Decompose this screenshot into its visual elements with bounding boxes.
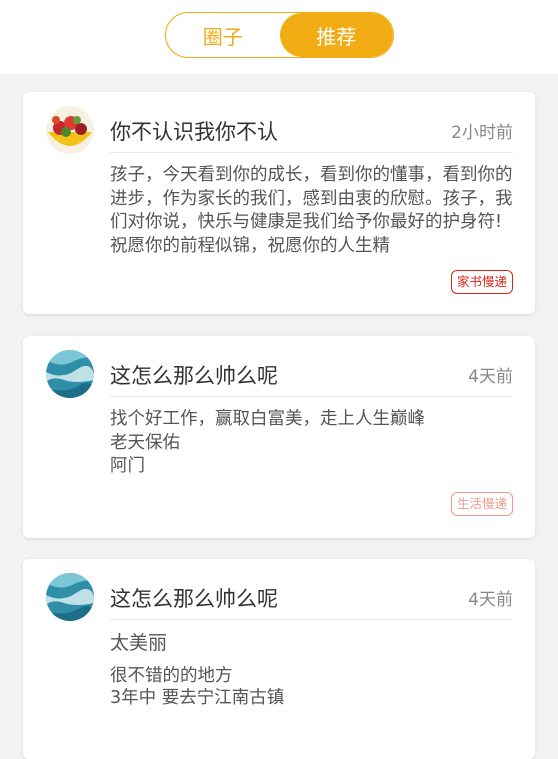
avatar[interactable] (46, 573, 94, 621)
post-text-line: 太美丽 (110, 632, 168, 654)
post-time: 4天前 (468, 590, 513, 610)
post-text-line: 老天保佑 (110, 432, 180, 453)
post-content[interactable]: 太美丽 很不错的的地方 3年中 要去宁江南古镇 (110, 631, 513, 709)
post-author[interactable]: 这怎么那么帅么呢 (110, 360, 278, 390)
post-time: 4天前 (468, 367, 513, 387)
post-card[interactable]: 这怎么那么帅么呢 4天前 找个好工作，赢取白富美，走上人生巅峰 老天保佑 阿门 … (23, 336, 535, 538)
post-text-line: 3年中 要去宁江南古镇 (110, 688, 285, 708)
ocean-wave-icon (46, 350, 94, 398)
post-text-line: 阿门 (110, 456, 145, 476)
divider (110, 152, 513, 153)
post-author[interactable]: 这怎么那么帅么呢 (110, 583, 278, 613)
post-text-line: 找个好工作，赢取白富美，走上人生巅峰 (110, 409, 425, 429)
tab-circle[interactable]: 圈子 (166, 13, 280, 57)
ocean-wave-icon (46, 573, 94, 621)
post-card[interactable]: 你不认识我你不认 2小时前 孩子，今天看到你的成长，看到你的懂事，看到你的进步，… (23, 92, 535, 314)
post-content[interactable]: 找个好工作，赢取白富美，走上人生巅峰 老天保佑 阿门 (110, 408, 513, 479)
avatar[interactable] (46, 350, 94, 398)
post-text-line: 很不错的的地方 (110, 666, 233, 686)
fruit-bowl-icon (46, 106, 94, 154)
divider (110, 619, 513, 620)
post-text: 孩子，今天看到你的成长，看到你的懂事，看到你的进步，作为家长的我们，感到由衷的欣… (110, 165, 513, 256)
post-card[interactable]: 这怎么那么帅么呢 4天前 太美丽 很不错的的地方 3年中 要去宁江南古镇 (23, 559, 535, 759)
divider (110, 396, 513, 397)
tab-recommend[interactable]: 推荐 (279, 13, 393, 57)
top-bar: 圈子 推荐 (0, 0, 558, 74)
avatar[interactable] (46, 106, 94, 154)
post-tag[interactable]: 家书慢递 (450, 270, 513, 294)
post-author[interactable]: 你不认识我你不认 (110, 116, 278, 146)
post-content[interactable]: 孩子，今天看到你的成长，看到你的懂事，看到你的进步，作为家长的我们，感到由衷的欣… (110, 164, 513, 258)
post-tag[interactable]: 生活慢递 (450, 492, 513, 516)
segmented-control: 圈子 推荐 (165, 12, 394, 58)
post-time: 2小时前 (451, 123, 513, 143)
